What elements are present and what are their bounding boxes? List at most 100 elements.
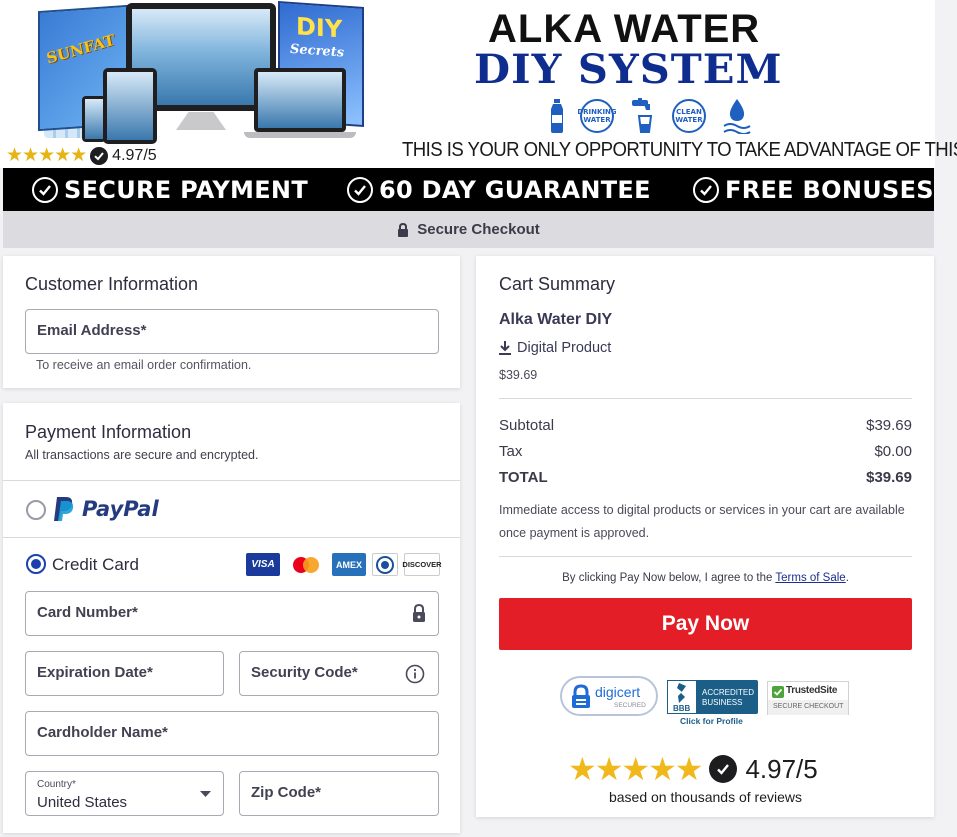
star-rating-icon: ★★★★★ [6, 145, 87, 166]
phone-image [82, 96, 106, 142]
verified-check-icon [709, 755, 738, 783]
paypal-option[interactable]: PayPal [3, 481, 460, 537]
download-icon [499, 341, 511, 355]
zip-code-field[interactable]: Zip Code* [239, 771, 439, 816]
laptop-base [244, 132, 356, 138]
secure-checkout-label: Secure Checkout [417, 221, 540, 238]
lock-icon [413, 603, 425, 622]
payment-info-subtitle: All transactions are secure and encrypte… [25, 448, 259, 462]
paypal-radio[interactable] [26, 500, 46, 520]
bbb-line1: ACCREDITED [702, 688, 755, 697]
banner-label: SECURE PAYMENT [64, 175, 308, 204]
cart-summary-title: Cart Summary [499, 274, 616, 294]
terms-of-sale-link[interactable]: Terms of Sale [775, 572, 845, 584]
trusted-check-icon [772, 686, 784, 698]
svg-text:DRINKING: DRINKING [578, 108, 616, 116]
banner-label: FREE BONUSES [725, 175, 934, 204]
paypal-label: PayPal [82, 497, 159, 521]
customer-info-title: Customer Information [25, 274, 199, 294]
secure-checkout-bar: Secure Checkout [3, 211, 934, 248]
credit-card-label: Credit Card [52, 555, 139, 574]
check-circle-icon [347, 176, 373, 203]
expiration-date-field[interactable]: Expiration Date* [25, 651, 224, 696]
discover-logo-icon: DISCOVER [402, 553, 442, 576]
digicert-badge[interactable]: digicert SECURED [560, 676, 658, 716]
product-price: $39.69 [499, 368, 538, 382]
trustedsite-name: TrustedSite [786, 685, 838, 696]
cart-rating: ★★★★★ 4.97/5 [568, 752, 818, 786]
divider [499, 556, 912, 557]
laptop-image [254, 68, 346, 132]
tax-row: Tax $0.00 [499, 443, 912, 460]
svg-text:WATER: WATER [675, 116, 703, 124]
bbb-line2: BUSINESS [702, 698, 743, 707]
feature-icons: DRINKING WATER CLEAN WATER [550, 98, 752, 134]
hero-title-line2: DIY SYSTEM [474, 46, 783, 93]
tax-value: $0.00 [874, 443, 912, 460]
email-help-text: To receive an email order confirmation. [36, 358, 252, 372]
card-number-field[interactable]: Card Number* [25, 591, 439, 636]
cardholder-label: Cardholder Name* [37, 724, 168, 741]
lock-icon [398, 222, 409, 237]
hero-rating-score: 4.97/5 [112, 147, 157, 164]
terms-agreement: By clicking Pay Now below, I agree to th… [499, 572, 912, 584]
water-bottle-icon [550, 99, 564, 133]
info-icon[interactable] [405, 664, 425, 684]
divider [499, 398, 912, 399]
payment-information-panel: Payment Information All transactions are… [3, 403, 460, 833]
book-right-title: DIY [296, 12, 343, 44]
mastercard-logo-icon [289, 553, 323, 576]
security-code-field[interactable]: Security Code* [239, 651, 439, 696]
customer-information-panel: Customer Information Email Address* To r… [3, 256, 460, 388]
book-right-subtitle: Secrets [290, 41, 345, 61]
payment-info-title: Payment Information [25, 422, 192, 442]
bbb-badge[interactable]: BBB ACCREDITED BUSINESS [667, 680, 758, 714]
digicert-sub: SECURED [614, 702, 646, 709]
email-label: Email Address* [37, 322, 147, 339]
chevron-down-icon [200, 791, 211, 797]
svg-text:WATER: WATER [583, 116, 611, 124]
tax-label: Tax [499, 443, 523, 460]
cardholder-name-field[interactable]: Cardholder Name* [25, 711, 439, 756]
country-select[interactable]: Country* United States [25, 771, 224, 816]
divider [3, 537, 460, 538]
verified-check-icon [90, 147, 109, 165]
hero-rating: ★★★★★ 4.97/5 [6, 146, 157, 166]
star-rating-icon: ★★★★★ [568, 751, 703, 787]
country-small-label: Country* [37, 779, 76, 790]
rating-note: based on thousands of reviews [608, 789, 802, 805]
total-row: TOTAL $39.69 [499, 469, 912, 486]
guarantee-banner: SECURE PAYMENT 60 DAY GUARANTEE FREE BON… [3, 168, 934, 211]
country-value: United States [37, 794, 128, 811]
banner-label: 60 DAY GUARANTEE [379, 175, 651, 204]
expiration-label: Expiration Date* [37, 664, 153, 681]
bbb-profile-link[interactable]: Click for Profile [680, 716, 743, 726]
subtotal-value: $39.69 [866, 417, 912, 434]
paypal-logo-icon [54, 497, 74, 521]
total-value: $39.69 [866, 469, 912, 486]
security-code-label: Security Code* [251, 664, 358, 681]
water-drop-icon [722, 98, 752, 134]
bbb-logo-text: BBB [673, 704, 691, 713]
faucet-icon [630, 98, 656, 134]
check-circle-icon [32, 176, 58, 203]
hero-header: SUNFAT DIY Secrets ★★★★★ 4.97/5 ALKA WAT… [0, 0, 957, 168]
trustedsite-badge[interactable]: TrustedSite SECURE CHECKOUT [767, 681, 849, 715]
hero-tagline: THIS IS YOUR ONLY OPPORTUNITY TO TAKE AD… [402, 139, 957, 161]
digicert-name: digicert [595, 684, 641, 700]
check-circle-icon [693, 176, 719, 203]
terms-prefix: By clicking Pay Now below, I agree to th… [562, 572, 776, 584]
monitor-stand [176, 112, 226, 130]
book-left-title: SUNFAT [44, 30, 117, 68]
digicert-lock-icon [572, 684, 590, 708]
credit-card-radio[interactable] [26, 554, 46, 574]
trustedsite-sub: SECURE CHECKOUT [773, 703, 844, 710]
amex-logo-icon: AMEX [332, 553, 366, 576]
svg-text:CLEAN: CLEAN [676, 108, 702, 116]
product-type-label: Digital Product [517, 340, 612, 356]
cart-rating-score: 4.97/5 [745, 753, 818, 784]
product-type: Digital Product [499, 340, 611, 356]
subtotal-label: Subtotal [499, 417, 555, 434]
pay-now-button[interactable]: Pay Now [499, 598, 912, 650]
email-field[interactable]: Email Address* [25, 309, 439, 354]
